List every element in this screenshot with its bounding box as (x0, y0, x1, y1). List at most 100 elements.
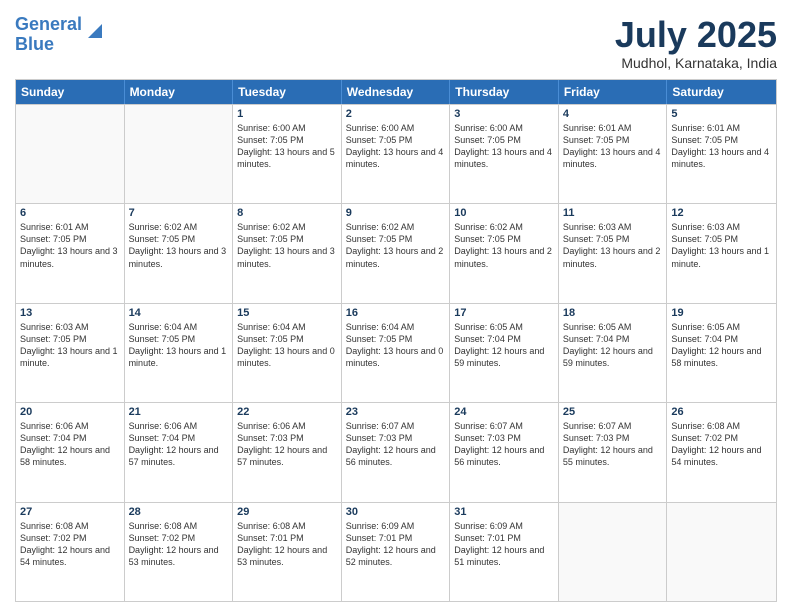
day-number: 26 (671, 406, 772, 418)
sunrise-text: Sunrise: 6:04 AM (129, 321, 229, 333)
daylight-text: Daylight: 12 hours and 56 minutes. (454, 444, 554, 468)
week-row-3: 13Sunrise: 6:03 AMSunset: 7:05 PMDayligh… (16, 303, 776, 402)
sunrise-text: Sunrise: 6:07 AM (454, 420, 554, 432)
sunrise-text: Sunrise: 6:09 AM (454, 520, 554, 532)
sunset-text: Sunset: 7:03 PM (454, 432, 554, 444)
day-number: 12 (671, 207, 772, 219)
daylight-text: Daylight: 12 hours and 51 minutes. (454, 544, 554, 568)
daylight-text: Daylight: 13 hours and 4 minutes. (346, 146, 446, 170)
day-cell-30: 30Sunrise: 6:09 AMSunset: 7:01 PMDayligh… (342, 503, 451, 601)
day-number: 29 (237, 506, 337, 518)
daylight-text: Daylight: 12 hours and 54 minutes. (671, 444, 772, 468)
day-number: 11 (563, 207, 663, 219)
sunrise-text: Sunrise: 6:04 AM (237, 321, 337, 333)
sunrise-text: Sunrise: 6:06 AM (237, 420, 337, 432)
month-title: July 2025 (615, 15, 777, 55)
week-row-4: 20Sunrise: 6:06 AMSunset: 7:04 PMDayligh… (16, 402, 776, 501)
day-cell-11: 11 Sunrise: 6:03 AMSunset: 7:05 PMDayligh… (559, 204, 668, 302)
day-cell-1: 1Sunrise: 6:00 AMSunset: 7:05 PMDaylight… (233, 105, 342, 203)
daylight-text: Daylight: 13 hours and 2 minutes. (346, 245, 446, 269)
sunset-text: Sunset: 7:02 PM (129, 532, 229, 544)
sunrise-text: Sunrise: 6:01 AM (671, 122, 772, 134)
day-number: 9 (346, 207, 446, 219)
header-day-tuesday: Tuesday (233, 80, 342, 104)
day-number: 22 (237, 406, 337, 418)
sunset-text: Sunset: 7:02 PM (20, 532, 120, 544)
daylight-text: Daylight: 12 hours and 54 minutes. (20, 544, 120, 568)
daylight-text: Daylight: 13 hours and 4 minutes. (563, 146, 663, 170)
day-cell-21: 21Sunrise: 6:06 AMSunset: 7:04 PMDayligh… (125, 403, 234, 501)
sunrise-text: Sunrise: 6:03 AM (563, 221, 663, 233)
week-row-1: 1Sunrise: 6:00 AMSunset: 7:05 PMDaylight… (16, 104, 776, 203)
day-cell-13: 13Sunrise: 6:03 AMSunset: 7:05 PMDayligh… (16, 304, 125, 402)
sunset-text: Sunset: 7:05 PM (237, 233, 337, 245)
sunset-text: Sunset: 7:05 PM (563, 134, 663, 146)
day-number: 3 (454, 108, 554, 120)
day-cell-26: 26 Sunrise: 6:08 AMSunset: 7:02 PMDayligh… (667, 403, 776, 501)
sunset-text: Sunset: 7:05 PM (237, 333, 337, 345)
daylight-text: Daylight: 13 hours and 1 minute. (129, 345, 229, 369)
sunset-text: Sunset: 7:03 PM (563, 432, 663, 444)
header-day-friday: Friday (559, 80, 668, 104)
sunset-text: Sunset: 7:05 PM (20, 333, 120, 345)
daylight-text: Daylight: 12 hours and 57 minutes. (237, 444, 337, 468)
empty-cell (16, 105, 125, 203)
sunrise-text: Sunrise: 6:02 AM (454, 221, 554, 233)
sunrise-text: Sunrise: 6:02 AM (129, 221, 229, 233)
day-cell-31: 31 Sunrise: 6:09 AMSunset: 7:01 PMDayligh… (450, 503, 559, 601)
header-day-saturday: Saturday (667, 80, 776, 104)
sunset-text: Sunset: 7:04 PM (671, 333, 772, 345)
daylight-text: Daylight: 12 hours and 59 minutes. (563, 345, 663, 369)
sunset-text: Sunset: 7:01 PM (454, 532, 554, 544)
sunrise-text: Sunrise: 6:04 AM (346, 321, 446, 333)
calendar: SundayMondayTuesdayWednesdayThursdayFrid… (15, 79, 777, 602)
day-cell-10: 10Sunrise: 6:02 AMSunset: 7:05 PMDayligh… (450, 204, 559, 302)
daylight-text: Daylight: 12 hours and 53 minutes. (237, 544, 337, 568)
day-number: 16 (346, 307, 446, 319)
daylight-text: Daylight: 13 hours and 3 minutes. (237, 245, 337, 269)
sunrise-text: Sunrise: 6:08 AM (237, 520, 337, 532)
day-cell-15: 15Sunrise: 6:04 AMSunset: 7:05 PMDayligh… (233, 304, 342, 402)
day-cell-20: 20Sunrise: 6:06 AMSunset: 7:04 PMDayligh… (16, 403, 125, 501)
sunrise-text: Sunrise: 6:01 AM (20, 221, 120, 233)
daylight-text: Daylight: 13 hours and 4 minutes. (671, 146, 772, 170)
day-number: 1 (237, 108, 337, 120)
sunset-text: Sunset: 7:05 PM (129, 333, 229, 345)
sunset-text: Sunset: 7:02 PM (671, 432, 772, 444)
week-row-2: 6Sunrise: 6:01 AMSunset: 7:05 PMDaylight… (16, 203, 776, 302)
logo: General Blue (15, 15, 106, 55)
day-number: 25 (563, 406, 663, 418)
sunrise-text: Sunrise: 6:08 AM (671, 420, 772, 432)
sunset-text: Sunset: 7:03 PM (346, 432, 446, 444)
sunrise-text: Sunrise: 6:06 AM (129, 420, 229, 432)
empty-cell (125, 105, 234, 203)
daylight-text: Daylight: 12 hours and 58 minutes. (20, 444, 120, 468)
header-day-monday: Monday (125, 80, 234, 104)
sunset-text: Sunset: 7:05 PM (237, 134, 337, 146)
sunrise-text: Sunrise: 6:00 AM (237, 122, 337, 134)
daylight-text: Daylight: 13 hours and 2 minutes. (563, 245, 663, 269)
day-number: 17 (454, 307, 554, 319)
sunrise-text: Sunrise: 6:00 AM (346, 122, 446, 134)
day-cell-12: 12Sunrise: 6:03 AMSunset: 7:05 PMDayligh… (667, 204, 776, 302)
sunrise-text: Sunrise: 6:00 AM (454, 122, 554, 134)
day-cell-22: 22Sunrise: 6:06 AMSunset: 7:03 PMDayligh… (233, 403, 342, 501)
day-cell-6: 6Sunrise: 6:01 AMSunset: 7:05 PMDaylight… (16, 204, 125, 302)
sunset-text: Sunset: 7:05 PM (563, 233, 663, 245)
day-cell-25: 25Sunrise: 6:07 AMSunset: 7:03 PMDayligh… (559, 403, 668, 501)
sunset-text: Sunset: 7:04 PM (20, 432, 120, 444)
sunrise-text: Sunrise: 6:05 AM (563, 321, 663, 333)
location: Mudhol, Karnataka, India (615, 55, 777, 71)
daylight-text: Daylight: 13 hours and 2 minutes. (454, 245, 554, 269)
day-number: 4 (563, 108, 663, 120)
sunrise-text: Sunrise: 6:05 AM (671, 321, 772, 333)
daylight-text: Daylight: 12 hours and 58 minutes. (671, 345, 772, 369)
day-number: 15 (237, 307, 337, 319)
day-cell-9: 9Sunrise: 6:02 AMSunset: 7:05 PMDaylight… (342, 204, 451, 302)
sunset-text: Sunset: 7:01 PM (237, 532, 337, 544)
day-cell-28: 28Sunrise: 6:08 AMSunset: 7:02 PMDayligh… (125, 503, 234, 601)
daylight-text: Daylight: 12 hours and 52 minutes. (346, 544, 446, 568)
day-number: 31 (454, 506, 554, 518)
sunset-text: Sunset: 7:05 PM (454, 134, 554, 146)
day-cell-8: 8Sunrise: 6:02 AMSunset: 7:05 PMDaylight… (233, 204, 342, 302)
